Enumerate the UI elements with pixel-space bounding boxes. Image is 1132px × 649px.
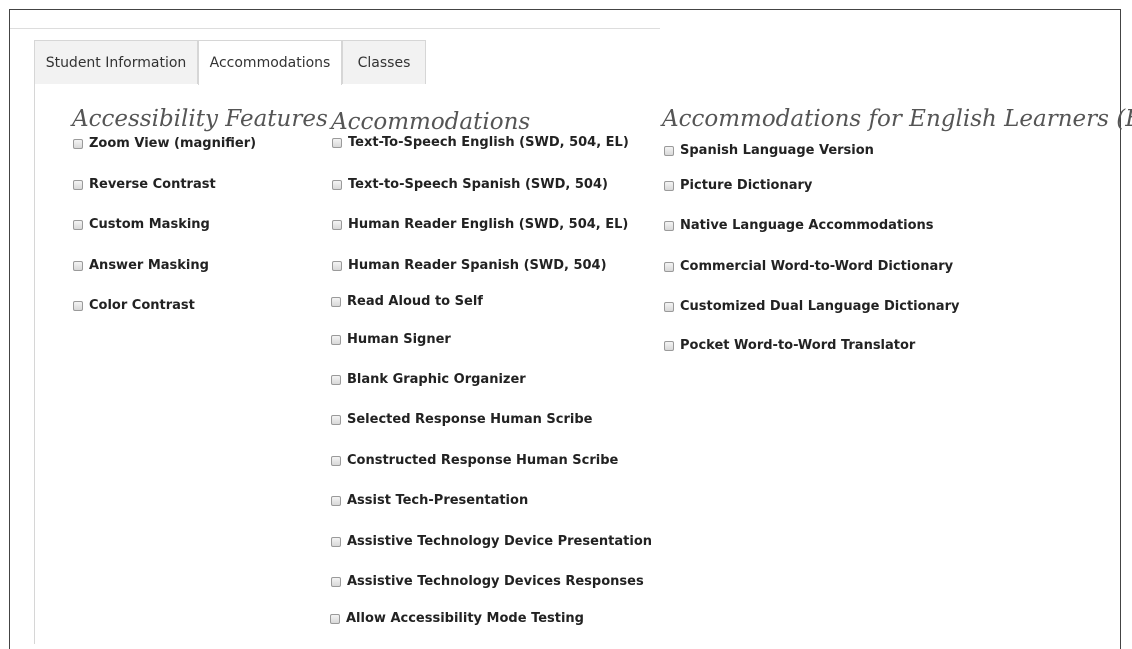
accessibility-option[interactable]: Reverse Contrast [73, 177, 216, 192]
option-label: Human Signer [347, 332, 451, 347]
option-label: Human Reader English (SWD, 504, EL) [348, 217, 629, 232]
checkbox[interactable] [330, 613, 340, 624]
option-label: Pocket Word-to-Word Translator [680, 338, 916, 353]
el-accommodation-option[interactable]: Customized Dual Language Dictionary [664, 299, 959, 314]
option-label: Custom Masking [89, 217, 210, 232]
checkbox[interactable] [332, 137, 342, 148]
accessibility-option[interactable]: Answer Masking [73, 258, 209, 273]
option-label: Assistive Technology Devices Responses [347, 574, 644, 589]
option-label: Assist Tech-Presentation [347, 493, 529, 508]
checkbox[interactable] [664, 220, 674, 231]
accessibility-features-heading: Accessibility Features [72, 106, 328, 132]
option-label: Selected Response Human Scribe [347, 412, 593, 427]
option-label: Constructed Response Human Scribe [347, 453, 619, 468]
option-label: Human Reader Spanish (SWD, 504) [348, 258, 607, 273]
accommodations-heading: Accommodations [331, 109, 531, 135]
checkbox[interactable] [332, 260, 342, 271]
option-label: Read Aloud to Self [347, 294, 483, 309]
checkbox[interactable] [332, 179, 342, 190]
accommodation-option[interactable]: Allow Accessibility Mode Testing [330, 611, 584, 626]
option-label: Zoom View (magnifier) [89, 136, 257, 151]
option-label: Reverse Contrast [89, 177, 216, 192]
checkbox[interactable] [331, 455, 341, 466]
accommodation-option[interactable]: Human Reader English (SWD, 504, EL) [332, 217, 628, 232]
el-accommodation-option[interactable]: Picture Dictionary [664, 178, 812, 193]
accommodation-option[interactable]: Text-to-Speech Spanish (SWD, 504) [332, 177, 608, 192]
checkbox[interactable] [664, 180, 674, 191]
option-label: Commercial Word-to-Word Dictionary [680, 259, 954, 274]
checkbox[interactable] [73, 179, 83, 190]
window-frame [9, 9, 1121, 649]
checkbox[interactable] [73, 260, 83, 271]
accommodation-option[interactable]: Selected Response Human Scribe [331, 412, 592, 427]
checkbox[interactable] [331, 296, 341, 307]
option-label: Color Contrast [89, 298, 195, 313]
accommodation-option[interactable]: Assist Tech-Presentation [331, 493, 528, 508]
checkbox[interactable] [73, 300, 83, 311]
accommodation-option[interactable]: Blank Graphic Organizer [331, 372, 526, 387]
checkbox[interactable] [331, 374, 341, 385]
el-accommodation-option[interactable]: Spanish Language Version [664, 143, 874, 158]
el-accommodations-heading: Accommodations for English Learners (EL) [662, 106, 1132, 132]
checkbox[interactable] [664, 261, 674, 272]
accommodation-option[interactable]: Human Signer [331, 332, 451, 347]
el-accommodation-option[interactable]: Pocket Word-to-Word Translator [664, 338, 915, 353]
option-label: Allow Accessibility Mode Testing [346, 611, 584, 626]
checkbox[interactable] [73, 219, 83, 230]
tab-accommodations[interactable]: Accommodations [198, 40, 342, 85]
accommodation-option[interactable]: Text-To-Speech English (SWD, 504, EL) [332, 135, 629, 150]
checkbox[interactable] [73, 138, 83, 149]
accommodation-option[interactable]: Human Reader Spanish (SWD, 504) [332, 258, 607, 273]
option-label: Native Language Accommodations [680, 218, 934, 233]
option-label: Text-To-Speech English (SWD, 504, EL) [348, 135, 629, 150]
tab-classes[interactable]: Classes [342, 40, 426, 84]
accommodation-option[interactable]: Assistive Technology Devices Responses [331, 574, 644, 589]
panel-border [34, 84, 35, 644]
checkbox[interactable] [332, 219, 342, 230]
option-label: Customized Dual Language Dictionary [680, 299, 960, 314]
option-label: Assistive Technology Device Presentation [347, 534, 653, 549]
checkbox[interactable] [664, 340, 674, 351]
checkbox[interactable] [331, 414, 341, 425]
tab-student-information[interactable]: Student Information [34, 40, 198, 84]
checkbox[interactable] [331, 536, 341, 547]
option-label: Text-to-Speech Spanish (SWD, 504) [348, 177, 608, 192]
accessibility-option[interactable]: Color Contrast [73, 298, 195, 313]
divider [10, 28, 660, 29]
option-label: Answer Masking [89, 258, 209, 273]
checkbox[interactable] [331, 334, 341, 345]
accommodation-option[interactable]: Constructed Response Human Scribe [331, 453, 618, 468]
checkbox[interactable] [331, 495, 341, 506]
el-accommodation-option[interactable]: Commercial Word-to-Word Dictionary [664, 259, 953, 274]
accessibility-option[interactable]: Zoom View (magnifier) [73, 136, 256, 151]
el-accommodation-option[interactable]: Native Language Accommodations [664, 218, 934, 233]
accessibility-option[interactable]: Custom Masking [73, 217, 210, 232]
option-label: Blank Graphic Organizer [347, 372, 526, 387]
option-label: Spanish Language Version [680, 143, 874, 158]
accommodation-option[interactable]: Read Aloud to Self [331, 294, 483, 309]
accommodation-option[interactable]: Assistive Technology Device Presentation [331, 534, 652, 549]
checkbox[interactable] [664, 145, 674, 156]
checkbox[interactable] [331, 576, 341, 587]
checkbox[interactable] [664, 301, 674, 312]
option-label: Picture Dictionary [680, 178, 813, 193]
